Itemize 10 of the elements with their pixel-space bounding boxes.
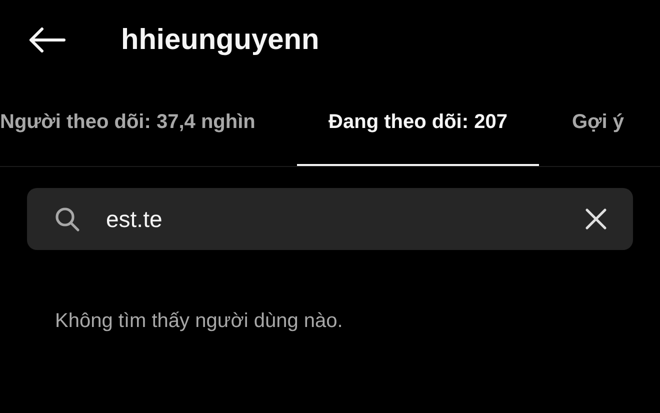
tab[interactable]: Người theo dõi: 37,4 nghìn: [0, 80, 297, 166]
empty-results-message: Không tìm thấy người dùng nào.: [55, 310, 344, 333]
tab[interactable]: Gợi ý: [539, 80, 624, 166]
profile-username: hhieunguyenn: [121, 24, 320, 56]
search-query: est.te: [106, 206, 162, 232]
back-arrow-icon[interactable]: [28, 27, 66, 53]
search-icon: [54, 206, 80, 232]
search-field[interactable]: est.te: [27, 188, 633, 250]
tab[interactable]: Đang theo dõi: 207: [297, 80, 539, 166]
close-icon[interactable]: [585, 208, 607, 230]
